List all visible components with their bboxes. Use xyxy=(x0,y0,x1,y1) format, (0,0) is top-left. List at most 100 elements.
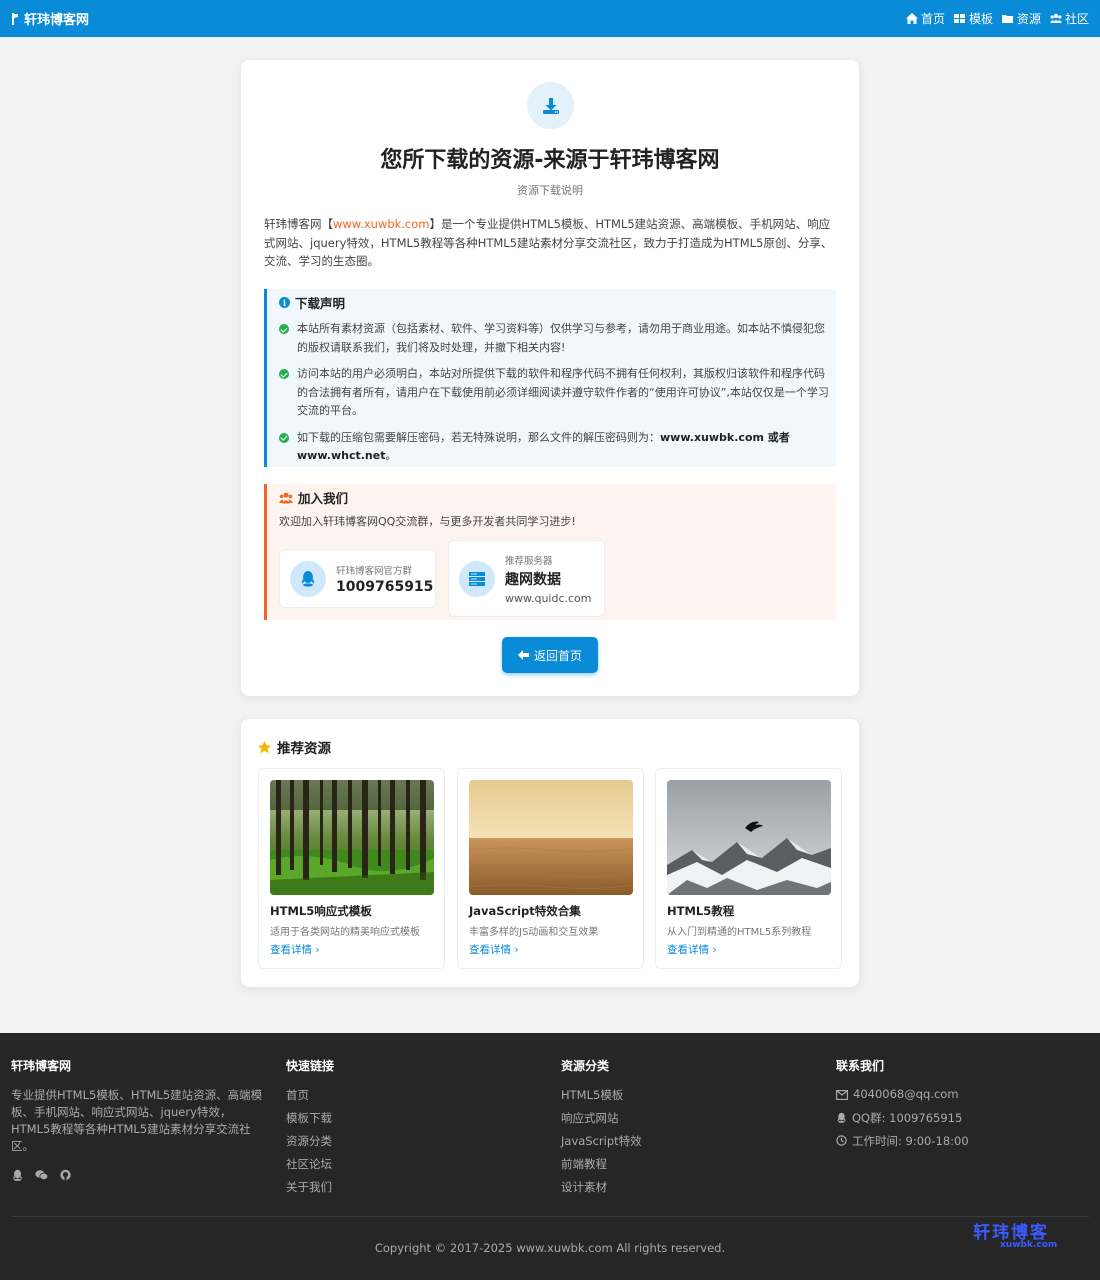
resource-desc: 丰富多样的JS动画和交互效果 xyxy=(469,927,599,938)
footer-cat-frontend[interactable]: 前端教程 xyxy=(561,1156,642,1179)
clock-icon xyxy=(836,1135,847,1146)
site-footer: 轩玮博客网 专业提供HTML5模板、HTML5建站资源、高端模板、手机网站、响应… xyxy=(0,1033,1100,1280)
users-icon xyxy=(1049,13,1062,23)
github-icon[interactable] xyxy=(59,1169,72,1181)
footer-contact: 联系我们 4040068@qq.com QQ群: 1009765915 工作时间… xyxy=(836,1057,969,1156)
view-details-link[interactable]: 查看详情 › xyxy=(667,942,717,957)
star-icon xyxy=(258,740,271,753)
join-boxes: 轩玮博客网官方群 1009765915 推荐服务器 趣网数据 www.quidc… xyxy=(279,540,605,617)
users-icon xyxy=(279,492,293,503)
resource-desc: 从入门到精通的HTML5系列教程 xyxy=(667,927,812,938)
brand-logo[interactable]: 轩玮博客网 xyxy=(11,9,89,28)
back-home-button[interactable]: 返回首页 xyxy=(502,637,598,673)
forest-image xyxy=(270,780,434,895)
check-circle-icon xyxy=(279,432,289,443)
footer-cat-title: 资源分类 xyxy=(561,1059,610,1073)
resource-card[interactable]: HTML5教程 从入门到精通的HTML5系列教程 查看详情 › xyxy=(655,768,842,969)
footer-link-forum[interactable]: 社区论坛 xyxy=(286,1156,334,1179)
page-subtitle: 资源下载说明 xyxy=(517,184,583,197)
nav-link-resources[interactable]: 资源 xyxy=(1001,10,1041,27)
footer-link-about[interactable]: 关于我们 xyxy=(286,1179,334,1202)
notice-item: 本站所有素材资源（包括素材、软件、学习资料等）仅供学习与参考，请勿用于商业用途。… xyxy=(279,320,836,357)
download-info-card: 您所下载的资源-来源于轩玮博客网 资源下载说明 轩玮博客网【www.xuwbk.… xyxy=(241,60,859,696)
recommended-resources: 推荐资源 HTML5响应式模板 适用于各类网站的精美响应式模板 查看详情 › J… xyxy=(241,719,859,987)
notice-title: i 下载声明 xyxy=(279,293,836,312)
footer-link-categories[interactable]: 资源分类 xyxy=(286,1133,334,1156)
wechat-icon[interactable] xyxy=(35,1169,48,1181)
watermark-logo: 轩玮博客 xuwbk.com xyxy=(973,1223,1058,1250)
notice-item: 访问本站的用户必须明白，本站对所提供下载的软件和程序代码不拥有任何权利，其版权归… xyxy=(279,365,836,421)
view-details-link[interactable]: 查看详情 › xyxy=(469,942,519,957)
info-icon: i xyxy=(279,297,290,308)
download-icon xyxy=(542,97,559,114)
social-links xyxy=(11,1169,266,1181)
chevron-right-icon: › xyxy=(514,944,519,956)
resource-card[interactable]: HTML5响应式模板 适用于各类网站的精美响应式模板 查看详情 › xyxy=(258,768,445,969)
check-circle-icon xyxy=(279,369,289,379)
nav-link-templates[interactable]: 模板 xyxy=(953,10,993,27)
server-box[interactable]: 推荐服务器 趣网数据 www.quidc.com xyxy=(448,540,605,617)
footer-quick-links: 快速链接 首页 模板下载 资源分类 社区论坛 关于我们 xyxy=(286,1057,334,1202)
desert-image xyxy=(469,780,633,895)
notice-item: 如下载的压缩包需要解压密码，若无特殊说明，那么文件的解压密码则为：www.xuw… xyxy=(279,429,836,466)
folder-icon xyxy=(1001,15,1013,23)
footer-about-title: 轩玮博客网 xyxy=(11,1059,72,1073)
qq-group-box[interactable]: 轩玮博客网官方群 1009765915 xyxy=(279,549,436,608)
resource-title: HTML5教程 xyxy=(667,904,735,918)
footer-cat-responsive[interactable]: 响应式网站 xyxy=(561,1110,642,1133)
join-description: 欢迎加入轩玮博客网QQ交流群，与更多开发者共同学习进步! xyxy=(279,515,576,528)
grid-icon xyxy=(953,14,965,23)
contact-hours: 工作时间: 9:00-18:00 xyxy=(836,1133,969,1156)
arrow-left-icon xyxy=(517,650,529,660)
qq-group-label: 轩玮博客网官方群 xyxy=(336,565,413,577)
check-circle-icon xyxy=(279,324,289,334)
footer-divider xyxy=(11,1216,1089,1217)
footer-contact-title: 联系我们 xyxy=(836,1059,885,1073)
view-details-link[interactable]: 查看详情 › xyxy=(270,942,320,957)
join-us-section: 加入我们 欢迎加入轩玮博客网QQ交流群，与更多开发者共同学习进步! 轩玮博客网官… xyxy=(264,484,836,620)
page-title: 您所下载的资源-来源于轩玮博客网 xyxy=(380,148,720,173)
join-title: 加入我们 xyxy=(279,488,836,507)
server-name: 趣网数据 xyxy=(505,571,561,588)
home-icon xyxy=(905,13,918,24)
mountain-image xyxy=(667,780,831,895)
server-icon-badge xyxy=(459,560,495,597)
recommend-title: 推荐资源 xyxy=(258,737,331,757)
footer-cat-js[interactable]: JavaScript特效 xyxy=(561,1133,642,1156)
footer-about: 轩玮博客网 专业提供HTML5模板、HTML5建站资源、高端模板、手机网站、响应… xyxy=(11,1057,266,1181)
footer-link-home[interactable]: 首页 xyxy=(286,1087,334,1110)
nav-link-community[interactable]: 社区 xyxy=(1049,10,1089,27)
footer-link-templates[interactable]: 模板下载 xyxy=(286,1110,334,1133)
footer-about-desc: 专业提供HTML5模板、HTML5建站资源、高端模板、手机网站、响应式网站、jq… xyxy=(11,1088,263,1153)
server-url[interactable]: www.quidc.com xyxy=(505,592,592,605)
footer-quick-title: 快速链接 xyxy=(286,1059,335,1073)
resource-desc: 适用于各类网站的精美响应式模板 xyxy=(270,927,420,938)
download-notice: i 下载声明 本站所有素材资源（包括素材、软件、学习资料等）仅供学习与参考，请勿… xyxy=(264,289,836,467)
brand-name: 轩玮博客网 xyxy=(24,13,90,28)
resource-title: JavaScript特效合集 xyxy=(469,904,581,918)
footer-cat-html5[interactable]: HTML5模板 xyxy=(561,1087,642,1110)
envelope-icon xyxy=(836,1090,848,1100)
resource-title: HTML5响应式模板 xyxy=(270,904,372,918)
server-icon xyxy=(469,571,485,586)
download-badge xyxy=(527,82,574,129)
chevron-right-icon: › xyxy=(315,944,320,956)
qq-group-number: 1009765915 xyxy=(336,578,434,595)
brand-icon xyxy=(12,12,18,25)
nav-link-home[interactable]: 首页 xyxy=(905,10,945,27)
qq-icon-badge xyxy=(290,560,326,597)
top-navbar: 轩玮博客网 首页 模板 资源 社区 xyxy=(0,0,1100,37)
nav-links: 首页 模板 资源 社区 xyxy=(905,10,1089,27)
chevron-right-icon: › xyxy=(712,944,717,956)
contact-email[interactable]: 4040068@qq.com xyxy=(836,1087,969,1110)
footer-cat-design[interactable]: 设计素材 xyxy=(561,1179,642,1202)
qq-icon xyxy=(301,571,315,587)
footer-categories: 资源分类 HTML5模板 响应式网站 JavaScript特效 前端教程 设计素… xyxy=(561,1057,642,1202)
site-link[interactable]: www.xuwbk.com xyxy=(333,217,430,231)
copyright: Copyright © 2017-2025 www.xuwbk.com All … xyxy=(374,1241,726,1255)
qq-icon[interactable] xyxy=(11,1169,24,1181)
qq-icon xyxy=(837,1112,846,1123)
resource-card[interactable]: JavaScript特效合集 丰富多样的JS动画和交互效果 查看详情 › xyxy=(457,768,644,969)
contact-qq[interactable]: QQ群: 1009765915 xyxy=(836,1110,969,1133)
server-label: 推荐服务器 xyxy=(505,555,553,567)
